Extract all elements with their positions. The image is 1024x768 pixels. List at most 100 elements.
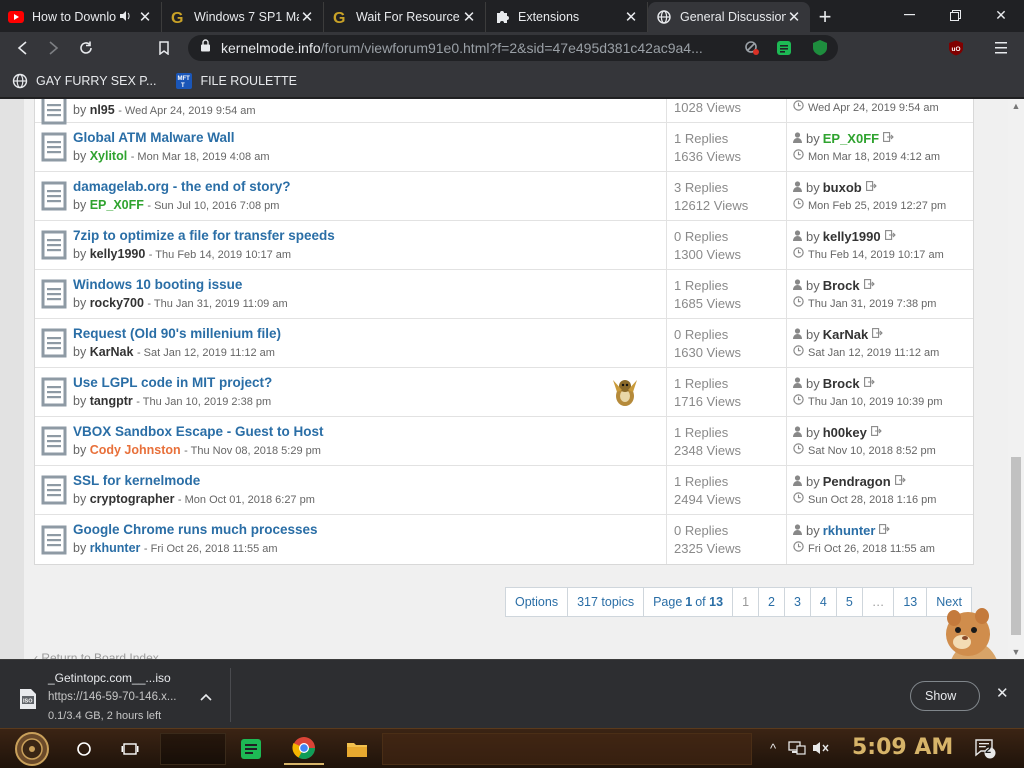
scroll-up-arrow-icon[interactable]: ▲ — [1008, 99, 1024, 113]
bookmark-icon[interactable] — [148, 34, 180, 62]
extension-green-icon[interactable] — [776, 40, 792, 61]
chrome-app-icon[interactable] — [284, 733, 324, 765]
topic-title-link[interactable]: 7zip to optimize a file for transfer spe… — [73, 227, 335, 245]
topic-title-link[interactable]: VBOX Sandbox Escape - Guest to Host — [73, 423, 324, 441]
audio-playing-icon[interactable] — [119, 10, 131, 25]
options-button[interactable]: Options — [506, 588, 569, 616]
topic-title-link[interactable]: Windows 10 booting issue — [73, 276, 288, 294]
file-explorer-icon[interactable] — [340, 733, 374, 765]
topics-count[interactable]: 317 topics — [568, 588, 645, 616]
tab-windows-7-sp1[interactable]: G Windows 7 SP1 Ma ✕ — [162, 2, 324, 32]
topic-author-link[interactable]: rocky700 — [90, 296, 144, 310]
start-button[interactable] — [6, 731, 58, 767]
reload-button[interactable] — [70, 34, 102, 62]
topic-author-link[interactable]: Xylitol — [90, 149, 128, 163]
shield-icon[interactable] — [812, 39, 828, 61]
topic-author-link[interactable]: KarNak — [90, 345, 134, 359]
tab-wait-for-resource[interactable]: G Wait For Resource ✕ — [324, 2, 486, 32]
close-tab-icon[interactable]: ✕ — [786, 8, 802, 26]
page-scrollbar[interactable]: ▲ ▼ — [1008, 99, 1024, 659]
taskbar-slot[interactable] — [160, 733, 226, 765]
blocked-content-icon[interactable] — [744, 40, 760, 61]
topic-title-link[interactable]: Use LGPL code in MIT project? — [73, 374, 272, 392]
goto-last-post-icon[interactable] — [883, 130, 894, 148]
close-shelf-icon[interactable]: ✕ — [996, 684, 1009, 702]
download-item[interactable]: ISO _Getintopc.com__...iso https://146-5… — [10, 668, 230, 722]
last-post-author-link[interactable]: kelly1990 — [823, 228, 881, 246]
topic-author-link[interactable]: nl95 — [90, 103, 115, 117]
page-indicator[interactable]: Page 1 of 13 — [644, 588, 734, 616]
lock-icon[interactable] — [200, 39, 211, 57]
topic-author-link[interactable]: rkhunter — [90, 541, 141, 555]
goto-last-post-icon[interactable] — [863, 277, 875, 295]
last-post-author-link[interactable]: h00key — [823, 424, 867, 442]
page-link[interactable]: 4 — [811, 588, 837, 616]
clock-time[interactable]: 5:09 AM — [852, 735, 953, 760]
topic-author-link[interactable]: tangptr — [90, 394, 133, 408]
tab-extensions[interactable]: Extensions ✕ — [486, 2, 648, 32]
tab-general-discussion[interactable]: General Discussion ✕ — [648, 2, 810, 32]
page-link[interactable]: 3 — [785, 588, 811, 616]
menu-icon[interactable] — [994, 40, 1010, 56]
back-button[interactable] — [6, 34, 38, 62]
spreadsheet-app-icon[interactable] — [236, 733, 266, 765]
close-tab-icon[interactable]: ✕ — [461, 8, 477, 26]
last-post-author-link[interactable]: EP_X0FF — [823, 130, 879, 148]
goto-last-post-icon[interactable] — [863, 375, 875, 393]
close-tab-icon[interactable]: ✕ — [137, 8, 153, 26]
scrollbar-thumb[interactable] — [1011, 457, 1021, 635]
last-post-author-link[interactable]: rkhunter — [823, 522, 876, 540]
goto-last-post-icon[interactable] — [884, 228, 896, 246]
forward-button[interactable] — [38, 34, 70, 62]
goto-last-post-icon[interactable] — [879, 522, 891, 540]
restore-button[interactable] — [932, 0, 978, 30]
page-link[interactable]: 2 — [759, 588, 785, 616]
bookmarks-bar: GAY FURRY SEX P... MFT T FILE ROULETTE — [0, 64, 1024, 98]
chevron-up-icon[interactable] — [200, 690, 212, 704]
task-view-icon[interactable] — [116, 733, 144, 765]
bookmark-item[interactable]: MFT T FILE ROULETTE — [176, 72, 297, 89]
return-to-index-link[interactable]: ‹ Return to Board Index — [34, 651, 159, 659]
topic-title-link[interactable]: Global ATM Malware Wall — [73, 129, 269, 147]
scroll-down-arrow-icon[interactable]: ▼ — [1008, 645, 1024, 659]
close-tab-icon[interactable]: ✕ — [299, 8, 315, 26]
volume-muted-icon[interactable] — [812, 740, 830, 759]
views-count: 2348 — [674, 443, 703, 458]
url-text[interactable]: kernelmode.info/forum/viewforum91e0.html… — [221, 40, 741, 56]
search-circle-icon[interactable] — [70, 733, 98, 765]
goto-last-post-icon[interactable] — [870, 424, 882, 442]
topic-author-link[interactable]: kelly1990 — [90, 247, 146, 261]
last-post-author-link[interactable]: Pendragon — [823, 473, 891, 491]
bookmark-item[interactable]: GAY FURRY SEX P... — [12, 73, 156, 89]
close-window-button[interactable]: ✕ — [978, 0, 1024, 30]
new-tab-button[interactable]: + — [810, 2, 840, 32]
topic-author-link[interactable]: EP_X0FF — [90, 198, 144, 212]
topic-author-link[interactable]: Cody Johnston — [90, 443, 181, 457]
address-bar[interactable]: kernelmode.info/forum/viewforum91e0.html… — [188, 35, 838, 61]
goto-last-post-icon[interactable] — [894, 473, 906, 491]
page-link[interactable]: 13 — [894, 588, 928, 616]
topic-author-link[interactable]: cryptographer — [90, 492, 175, 506]
topic-row: Request (Old 90's millenium file) by KarN… — [35, 319, 973, 368]
topic-title-link[interactable]: Google Chrome runs much processes — [73, 521, 318, 539]
page-link[interactable]: 5 — [837, 588, 863, 616]
page-content[interactable]: by nl95 - Wed Apr 24, 2019 9:54 am 1028 V… — [0, 99, 1008, 659]
last-post-author-link[interactable]: KarNak — [823, 326, 869, 344]
goto-last-post-icon[interactable] — [865, 179, 877, 197]
topic-title-link[interactable]: Request (Old 90's millenium file) — [73, 325, 281, 343]
ublock-icon[interactable]: uO — [948, 40, 964, 56]
page-link-current[interactable]: 1 — [733, 588, 760, 616]
show-all-button[interactable]: Show — [910, 681, 980, 711]
tray-caret-icon[interactable]: ^ — [770, 741, 776, 756]
last-post-author-link[interactable]: buxob — [823, 179, 862, 197]
notifications-icon[interactable]: 2 — [974, 737, 996, 762]
last-post-author-link[interactable]: Brock — [823, 277, 860, 295]
goto-last-post-icon[interactable] — [872, 326, 884, 344]
network-icon[interactable] — [788, 740, 806, 759]
close-tab-icon[interactable]: ✕ — [623, 8, 639, 26]
tab-how-to-download[interactable]: How to Downlo ✕ — [0, 2, 162, 32]
topic-title-link[interactable]: SSL for kernelmode — [73, 472, 315, 490]
last-post-author-link[interactable]: Brock — [823, 375, 860, 393]
minimize-button[interactable] — [886, 0, 932, 30]
topic-title-link[interactable]: damagelab.org - the end of story? — [73, 178, 291, 196]
